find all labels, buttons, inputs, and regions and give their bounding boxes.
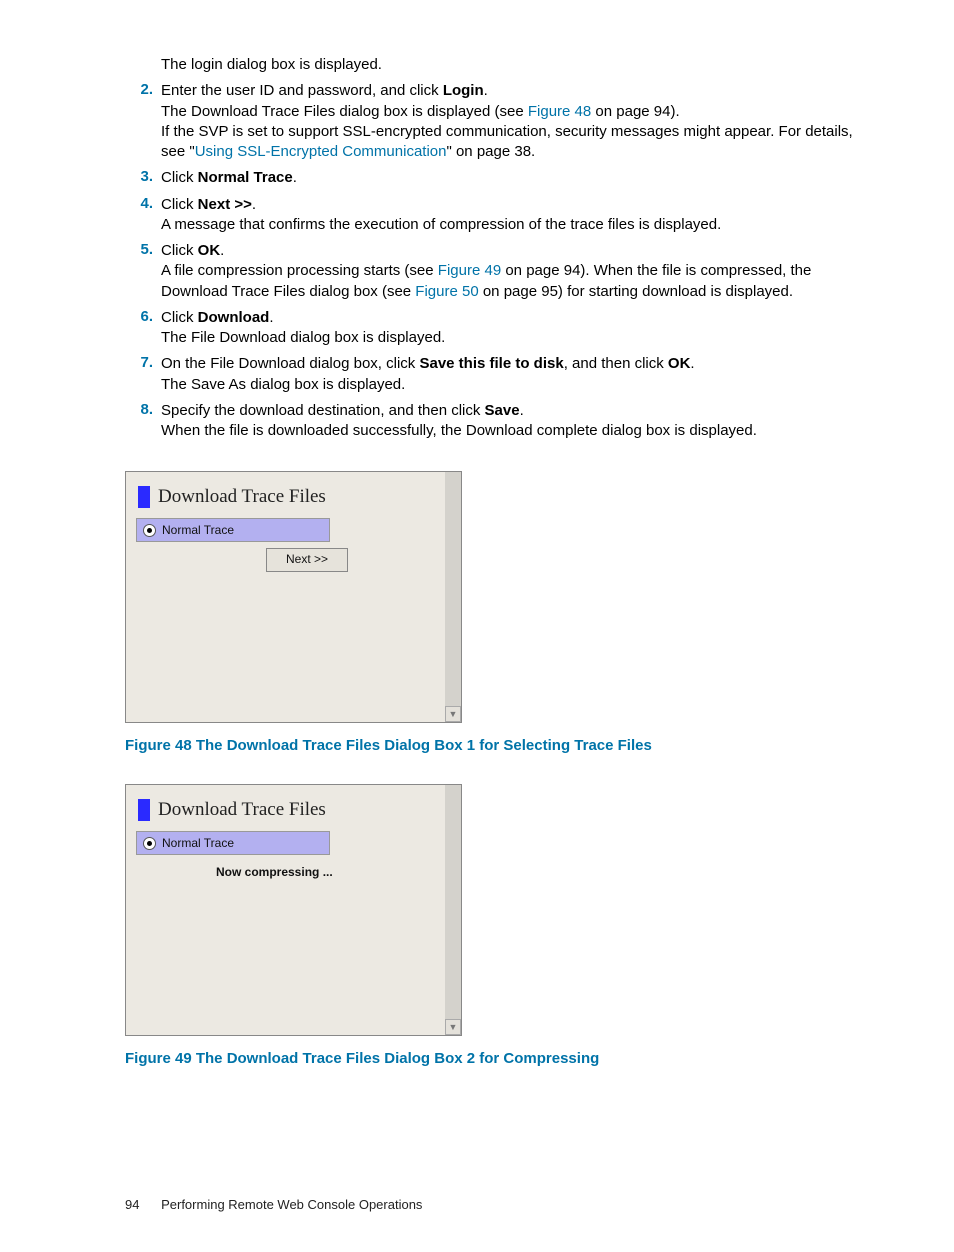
step-body: Click OK. A file compression processing s…	[161, 241, 874, 302]
step-item: 3.Click Normal Trace.	[125, 168, 874, 188]
text: .	[293, 169, 297, 186]
text: On the File Download dialog box, click	[161, 355, 419, 372]
bold-text: Next >>	[198, 196, 252, 213]
text: When the file is downloaded successfully…	[161, 422, 757, 439]
text: Click	[161, 196, 198, 213]
step-body: Specify the download destination, and th…	[161, 401, 874, 442]
scroll-down-icon[interactable]: ▼	[445, 1019, 461, 1035]
text: Click	[161, 169, 198, 186]
step-item: 8.Specify the download destination, and …	[125, 401, 874, 442]
figure-48-caption: Figure 48 The Download Trace Files Dialo…	[125, 737, 874, 754]
cross-ref-link[interactable]: Using SSL-Encrypted Communication	[195, 143, 447, 160]
dialog-2-title: Download Trace Files	[158, 799, 326, 821]
page-number: 94	[125, 1197, 139, 1212]
step-body: On the File Download dialog box, click S…	[161, 354, 874, 395]
cross-ref-link[interactable]: Figure 50	[415, 283, 478, 300]
text: .	[520, 402, 524, 419]
normal-trace-label: Normal Trace	[162, 523, 234, 537]
step-number: 8.	[125, 401, 161, 418]
text: .	[269, 309, 273, 326]
scroll-down-icon[interactable]: ▼	[445, 706, 461, 722]
step-number: 7.	[125, 354, 161, 371]
next-button[interactable]: Next >>	[266, 548, 348, 572]
text: .	[484, 82, 488, 99]
text: A message that confirms the execution of…	[161, 216, 721, 233]
footer-section: Performing Remote Web Console Operations	[161, 1197, 422, 1212]
text: Enter the user ID and password, and clic…	[161, 82, 443, 99]
bold-text: Save this file to disk	[419, 355, 563, 372]
step-body: Enter the user ID and password, and clic…	[161, 81, 874, 162]
text: on page 95) for starting download is dis…	[479, 283, 793, 300]
step-number: 4.	[125, 195, 161, 212]
step-body: Click Normal Trace.	[161, 168, 874, 188]
step-number: 6.	[125, 308, 161, 325]
bold-text: OK	[198, 242, 221, 259]
text: Click	[161, 309, 198, 326]
dialog-1: ▲ Download Trace Files Normal Trace Next…	[125, 471, 462, 723]
step-number: 2.	[125, 81, 161, 98]
text: Click	[161, 242, 198, 259]
bold-text: Save	[485, 402, 520, 419]
intro-text: The login dialog box is displayed.	[161, 55, 874, 75]
text: Specify the download destination, and th…	[161, 402, 485, 419]
compressing-status: Now compressing ...	[216, 865, 435, 879]
step-number: 3.	[125, 168, 161, 185]
steps-list: 2.Enter the user ID and password, and cl…	[125, 81, 874, 441]
text: " on page 38.	[446, 143, 535, 160]
normal-trace-option-2[interactable]: Normal Trace	[136, 831, 330, 855]
step-body: Click Next >>. A message that confirms th…	[161, 195, 874, 236]
bold-text: Login	[443, 82, 484, 99]
text: The Download Trace Files dialog box is d…	[161, 103, 528, 120]
text: A file compression processing starts (se…	[161, 262, 438, 279]
step-item: 7.On the File Download dialog box, click…	[125, 354, 874, 395]
step-item: 4.Click Next >>. A message that confirms …	[125, 195, 874, 236]
dialog-1-title: Download Trace Files	[158, 486, 326, 508]
step-item: 2.Enter the user ID and password, and cl…	[125, 81, 874, 162]
text: .	[252, 196, 256, 213]
radio-selected-icon	[143, 524, 156, 537]
step-item: 5.Click OK. A file compression processing…	[125, 241, 874, 302]
dialog-2: ▲ Download Trace Files Normal Trace Now …	[125, 784, 462, 1036]
text: .	[690, 355, 694, 372]
title-marker-icon	[138, 486, 150, 508]
cross-ref-link[interactable]: Figure 48	[528, 103, 591, 120]
text: The File Download dialog box is displaye…	[161, 329, 445, 346]
text: on page 94).	[591, 103, 679, 120]
text: , and then click	[564, 355, 668, 372]
normal-trace-label-2: Normal Trace	[162, 836, 234, 850]
step-item: 6.Click Download. The File Download dialo…	[125, 308, 874, 349]
normal-trace-option[interactable]: Normal Trace	[136, 518, 330, 542]
step-number: 5.	[125, 241, 161, 258]
bold-text: Download	[198, 309, 270, 326]
text: The Save As dialog box is displayed.	[161, 376, 405, 393]
title-marker-icon	[138, 799, 150, 821]
text: .	[220, 242, 224, 259]
bold-text: OK	[668, 355, 691, 372]
figure-49-caption: Figure 49 The Download Trace Files Dialo…	[125, 1050, 874, 1067]
dialog-1-titlebar: Download Trace Files	[136, 482, 435, 518]
dialog-2-titlebar: Download Trace Files	[136, 795, 435, 831]
page-footer: 94 Performing Remote Web Console Operati…	[125, 1197, 874, 1212]
bold-text: Normal Trace	[198, 169, 293, 186]
step-body: Click Download. The File Download dialog …	[161, 308, 874, 349]
radio-selected-icon	[143, 837, 156, 850]
cross-ref-link[interactable]: Figure 49	[438, 262, 501, 279]
